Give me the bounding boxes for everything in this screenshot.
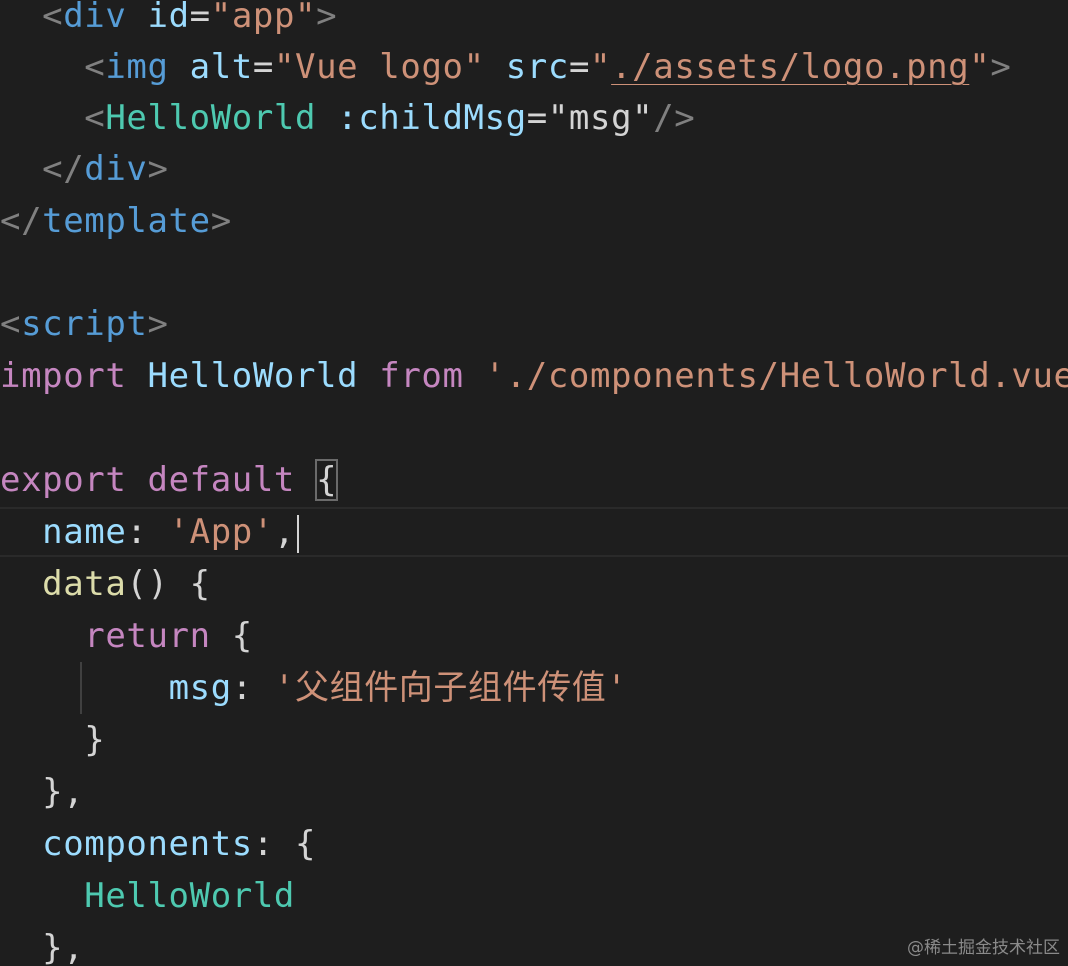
code-line-19[interactable]: }, [0,922,84,966]
close-brace: } [84,720,106,760]
code-editor[interactable]: <div id="app"> <img alt="Vue logo" src="… [0,0,1068,966]
attribute-name: src [505,47,569,87]
attribute-quote: " [590,47,612,87]
import-keyword: import [0,356,127,396]
text-cursor [297,514,300,553]
equals-sign: = [568,47,591,87]
export-keyword: export [0,460,127,500]
colon: : [231,668,253,708]
code-line-14[interactable]: msg: '父组件向子组件传值' [0,662,627,714]
open-brace: { [295,824,317,864]
tag-open-bracket: </ [42,149,85,189]
attribute-name: id [147,0,190,36]
open-brace: { [231,616,253,656]
code-line-3[interactable]: <HelloWorld :childMsg="msg"/> [0,92,695,144]
function-name: data [42,564,127,604]
default-keyword: default [147,460,295,500]
tag-name: script [21,304,148,344]
equals-sign: = [252,47,274,87]
string-value: '父组件向子组件传值' [273,668,628,708]
colon: : [126,512,148,552]
from-keyword: from [379,356,464,396]
colon: : [252,824,274,864]
code-line-12[interactable]: data() { [0,558,211,610]
tag-name: img [105,47,169,87]
attribute-quote: " [969,47,991,87]
code-line-4[interactable]: </div> [0,143,169,195]
code-line-8[interactable]: import HelloWorld from './components/Hel… [0,350,1068,402]
equals-sign: = [189,0,211,36]
attribute-name: :childMsg [337,98,527,138]
code-line-7[interactable]: <script> [0,298,169,350]
attribute-value: "Vue logo" [273,47,485,87]
tag-open-bracket: </ [0,201,43,241]
attribute-name: alt [189,47,253,87]
code-line-13[interactable]: return { [0,610,253,662]
attribute-quote: " [295,0,317,36]
tag-open-bracket: < [84,47,106,87]
close-brace-comma: }, [42,928,85,966]
code-line-10[interactable]: export default { [0,454,339,506]
code-line-15[interactable]: } [0,714,105,766]
tag-close-bracket: > [210,201,232,241]
property-key: components [42,824,253,864]
code-line-5[interactable]: </template> [0,195,232,247]
function-params: () { [126,564,211,604]
import-path-string: './components/HelloWorld.vue' [484,356,1068,396]
component-tag-name: HelloWorld [105,98,317,138]
string-value: 'App' [168,512,274,552]
code-line-18[interactable]: HelloWorld [0,870,295,922]
watermark: @稀土掘金技术社区 [907,938,1060,958]
component-identifier: HelloWorld [84,876,295,916]
tag-open-bracket: < [42,0,64,36]
attribute-value: app [231,0,296,36]
code-line-1[interactable]: <div id="app"> [0,0,337,42]
tag-name: div [63,0,127,36]
comma: , [273,512,296,552]
property-key: msg [168,668,232,708]
import-identifier: HelloWorld [147,356,359,396]
attribute-value: "msg" [547,98,654,138]
return-keyword: return [84,616,211,656]
tag-close-bracket: > [316,0,338,36]
property-key: name [42,512,127,552]
tag-open-bracket: < [84,98,106,138]
attribute-quote: " [210,0,232,36]
tag-open-bracket: < [0,304,22,344]
tag-close-bracket: > [147,149,169,189]
tag-close-bracket: > [990,47,1012,87]
tag-close-bracket: > [147,304,169,344]
close-brace-comma: }, [42,772,85,812]
file-path-link[interactable]: ./assets/logo.png [611,47,969,87]
code-line-11[interactable]: name: 'App', [0,506,300,558]
matched-brace: { [315,459,339,501]
tag-name: template [42,201,211,241]
self-close-bracket: /> [653,98,696,138]
equals-sign: = [526,98,548,138]
code-line-17[interactable]: components: { [0,818,316,870]
tag-name: div [84,149,148,189]
code-line-2[interactable]: <img alt="Vue logo" src="./assets/logo.p… [0,41,1011,93]
code-line-16[interactable]: }, [0,766,84,818]
